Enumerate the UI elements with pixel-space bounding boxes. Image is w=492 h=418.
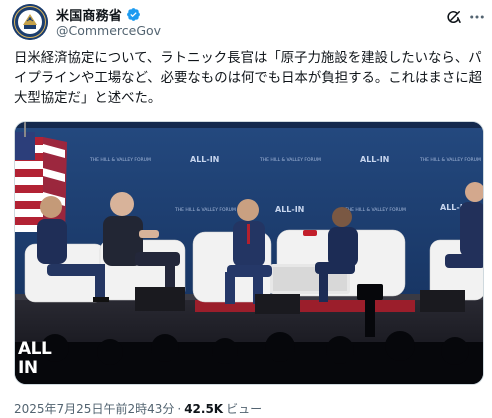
more-options-icon[interactable]	[468, 8, 486, 26]
backdrop-banner-large: ALL-IN	[190, 155, 219, 164]
grok-icon[interactable]	[445, 8, 463, 26]
post-timestamp[interactable]: 2025年7月25日午前2時43分	[14, 400, 174, 417]
author-handle[interactable]: @CommerceGov	[56, 23, 161, 38]
views-label: ビュー	[226, 402, 263, 416]
backdrop-banner-large: ALL-IN	[275, 205, 304, 214]
author-name-row: 米国商務省	[56, 5, 141, 24]
backdrop-banner-large: ALL-IN	[360, 155, 389, 164]
post-video[interactable]: ALL-IN ALL-IN ALL-IN ALL-IN THE HILL & V…	[14, 121, 484, 385]
backdrop-banner-small: THE HILL & VALLEY FORUM	[89, 157, 151, 163]
backdrop-banner-small: THE HILL & VALLEY FORUM	[174, 207, 236, 213]
backdrop-banner-small: THE HILL & VALLEY FORUM	[344, 207, 406, 213]
post-text: 日米経済協定について、ラトニック長官は「原子力施設を建設したいなら、パイプライン…	[14, 51, 482, 106]
author-display-name[interactable]: 米国商務省	[56, 5, 122, 24]
avatar[interactable]	[12, 4, 48, 40]
backdrop-banner-small: THE HILL & VALLEY FORUM	[419, 157, 481, 163]
backdrop-banner-small: THE HILL & VALLEY FORUM	[259, 157, 321, 163]
department-of-commerce-seal-icon	[12, 4, 48, 40]
post-meta: 2025年7月25日午前2時43分 · 42.5K ビュー	[14, 400, 262, 417]
video-watermark: ALL IN	[18, 339, 52, 378]
meta-separator: ·	[177, 401, 182, 416]
post-card: 米国商務省 @CommerceGov 日米経済協定について、ラトニック長官は「原…	[0, 0, 492, 418]
verified-badge-icon	[126, 7, 141, 22]
video-frame: ALL-IN ALL-IN ALL-IN ALL-IN THE HILL & V…	[15, 122, 483, 384]
views-count: 42.5K	[184, 401, 224, 416]
